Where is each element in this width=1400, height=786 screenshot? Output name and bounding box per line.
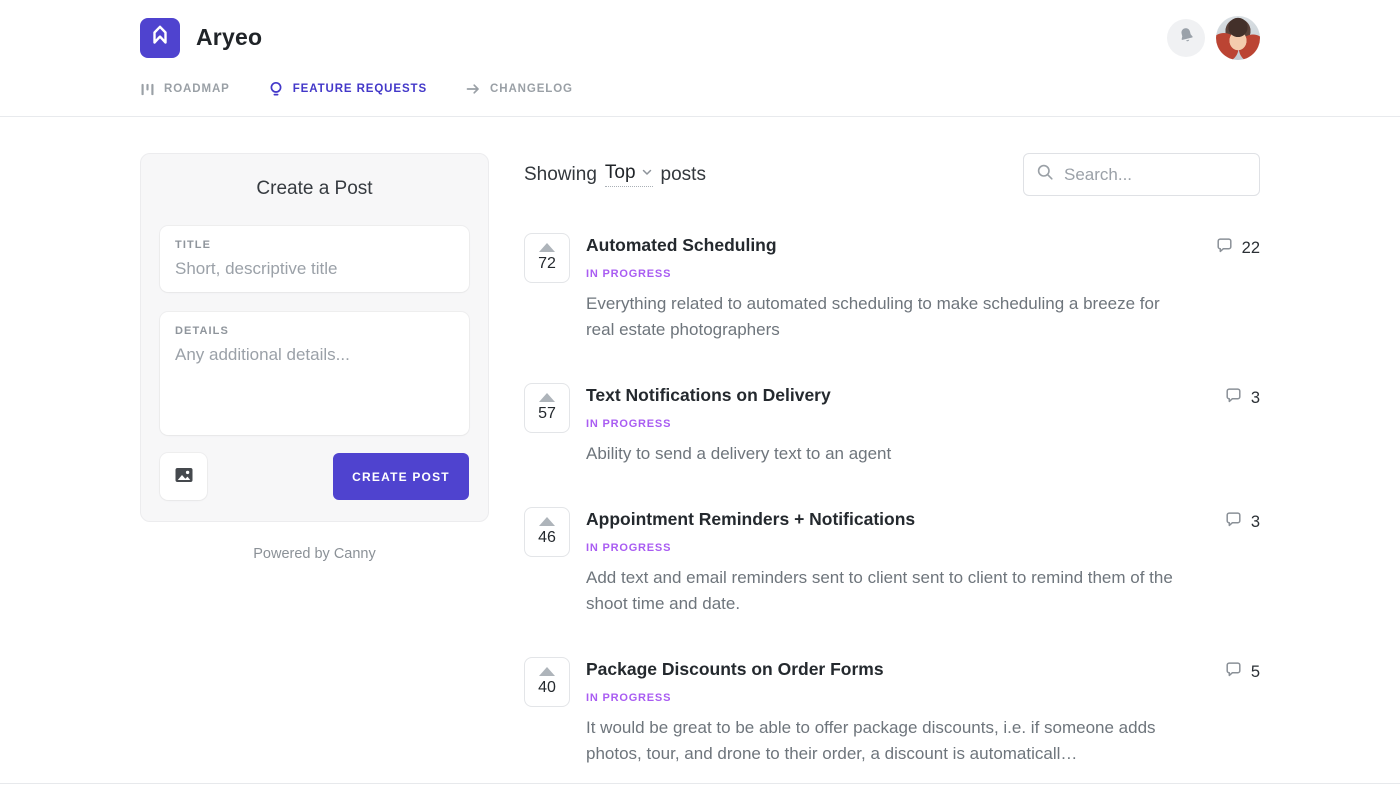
aryeo-logo[interactable]: [140, 18, 180, 58]
post-title: Automated Scheduling: [586, 235, 1215, 256]
posts-section: Showing Top posts: [524, 153, 1260, 786]
comment-icon: [1215, 236, 1234, 260]
comment-count: 3: [1251, 513, 1260, 532]
upvote-button[interactable]: 72: [524, 233, 570, 283]
post-row[interactable]: 72 Automated Scheduling 22 IN PROGRESS E…: [524, 233, 1260, 343]
comment-count-group[interactable]: 5: [1224, 659, 1260, 684]
aryeo-logo-icon: [147, 22, 173, 53]
powered-by-canny[interactable]: Powered by Canny: [140, 546, 489, 562]
nav-roadmap-label: ROADMAP: [164, 83, 230, 95]
vote-count: 40: [538, 679, 556, 697]
notifications-button[interactable]: [1167, 19, 1205, 57]
vote-count: 72: [538, 255, 556, 273]
site-header: Aryeo: [0, 0, 1400, 117]
nav-feature-requests-label: FEATURE REQUESTS: [293, 83, 427, 95]
create-post-button[interactable]: CREATE POST: [333, 453, 469, 500]
post-description: Ability to send a delivery text to an ag…: [586, 441, 1178, 467]
post-status-badge: IN PROGRESS: [586, 542, 1260, 554]
comment-icon: [1224, 386, 1243, 410]
nav-feature-requests[interactable]: FEATURE REQUESTS: [268, 81, 427, 97]
sort-dropdown[interactable]: Top: [605, 162, 653, 187]
attach-image-button[interactable]: [160, 453, 207, 500]
nav-roadmap[interactable]: ROADMAP: [140, 82, 230, 97]
comment-icon: [1224, 660, 1243, 684]
post-row[interactable]: 46 Appointment Reminders + Notifications…: [524, 507, 1260, 617]
arrow-right-icon: [465, 81, 481, 97]
bottom-divider: [0, 783, 1400, 784]
post-status-badge: IN PROGRESS: [586, 692, 1260, 704]
lightbulb-icon: [268, 81, 284, 97]
post-title: Package Discounts on Order Forms: [586, 659, 1224, 680]
create-post-heading: Create a Post: [160, 178, 469, 200]
roadmap-icon: [140, 82, 155, 97]
post-description: Add text and email reminders sent to cli…: [586, 565, 1178, 617]
search-box: [1023, 153, 1260, 196]
showing-word: Showing: [524, 164, 597, 186]
nav-changelog[interactable]: CHANGELOG: [465, 81, 573, 97]
create-post-panel: Create a Post TITLE DETAILS: [140, 153, 489, 522]
app-name: Aryeo: [196, 24, 262, 51]
upvote-arrow-icon: [539, 517, 555, 526]
sort-value: Top: [605, 162, 636, 184]
vote-count: 57: [538, 405, 556, 423]
details-input[interactable]: [175, 345, 454, 417]
post-body: Text Notifications on Delivery 3 IN PROG…: [586, 383, 1260, 467]
post-body: Automated Scheduling 22 IN PROGRESS Ever…: [586, 233, 1260, 343]
comment-icon: [1224, 510, 1243, 534]
image-icon: [173, 464, 195, 489]
post-body: Package Discounts on Order Forms 5 IN PR…: [586, 657, 1260, 767]
post-description: Everything related to automated scheduli…: [586, 291, 1178, 343]
comment-count-group[interactable]: 3: [1224, 385, 1260, 410]
post-description: It would be great to be able to offer pa…: [586, 715, 1178, 767]
search-input[interactable]: [1064, 165, 1247, 185]
comment-count: 3: [1251, 389, 1260, 408]
board-nav: ROADMAP FEATURE REQUESTS CHANGELOG: [140, 62, 1260, 116]
title-field-label: TITLE: [175, 239, 454, 251]
chevron-down-icon: [641, 162, 653, 184]
nav-changelog-label: CHANGELOG: [490, 83, 573, 95]
vote-count: 46: [538, 529, 556, 547]
upvote-arrow-icon: [539, 667, 555, 676]
bell-icon: [1177, 26, 1196, 50]
title-field-card: TITLE: [160, 226, 469, 292]
showing-posts-control: Showing Top posts: [524, 162, 706, 187]
create-post-sidebar: Create a Post TITLE DETAILS: [140, 153, 489, 786]
posts-word: posts: [661, 164, 706, 186]
upvote-button[interactable]: 46: [524, 507, 570, 557]
comment-count: 22: [1242, 239, 1260, 258]
details-field-label: DETAILS: [175, 325, 454, 337]
upvote-button[interactable]: 57: [524, 383, 570, 433]
upvote-arrow-icon: [539, 243, 555, 252]
post-body: Appointment Reminders + Notifications 3 …: [586, 507, 1260, 617]
title-input[interactable]: [175, 259, 454, 279]
post-title: Appointment Reminders + Notifications: [586, 509, 1224, 530]
post-title: Text Notifications on Delivery: [586, 385, 1224, 406]
upvote-button[interactable]: 40: [524, 657, 570, 707]
comment-count-group[interactable]: 3: [1224, 509, 1260, 534]
search-icon: [1036, 163, 1054, 186]
post-list: 72 Automated Scheduling 22 IN PROGRESS E…: [524, 233, 1260, 767]
post-status-badge: IN PROGRESS: [586, 418, 1260, 430]
post-status-badge: IN PROGRESS: [586, 268, 1260, 280]
comment-count-group[interactable]: 22: [1215, 235, 1260, 260]
upvote-arrow-icon: [539, 393, 555, 402]
details-field-card: DETAILS: [160, 312, 469, 435]
post-row[interactable]: 57 Text Notifications on Delivery 3 IN P…: [524, 383, 1260, 467]
user-avatar[interactable]: [1216, 16, 1260, 60]
post-row[interactable]: 40 Package Discounts on Order Forms 5 IN…: [524, 657, 1260, 767]
comment-count: 5: [1251, 663, 1260, 682]
